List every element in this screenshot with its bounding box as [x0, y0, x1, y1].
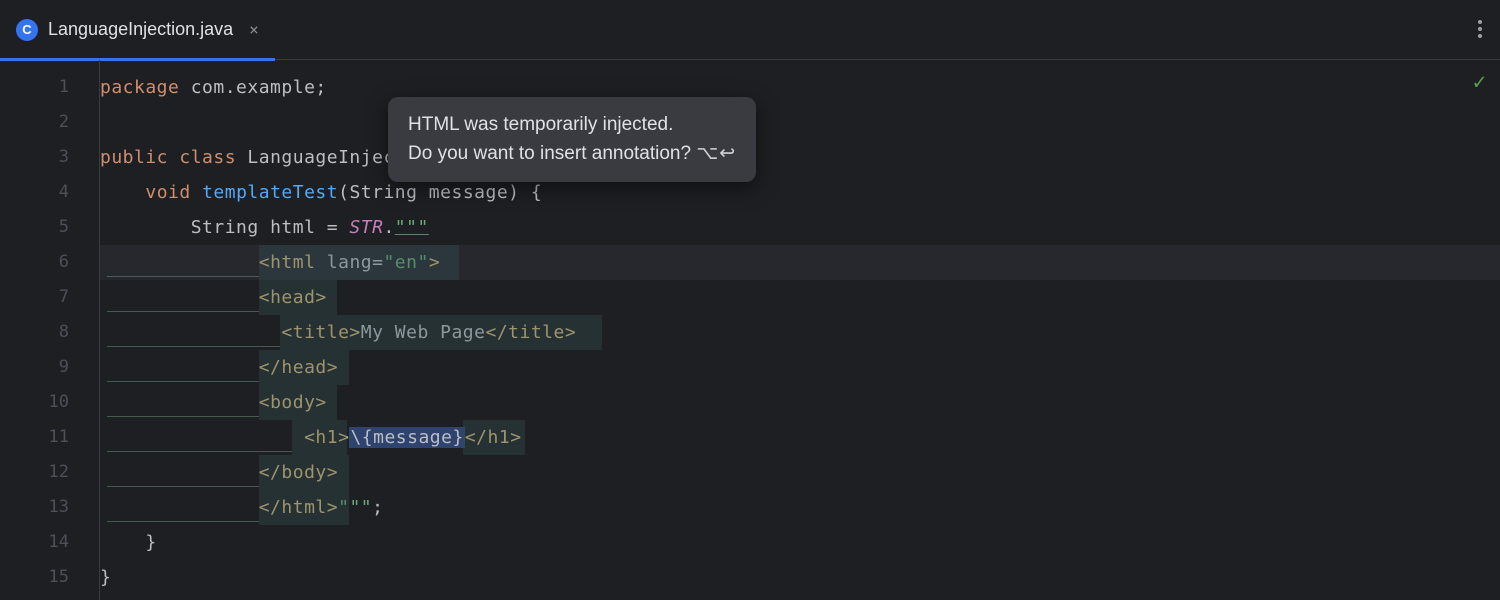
- code-line[interactable]: <h1>\{message}</h1>: [100, 420, 1500, 455]
- code-line[interactable]: </html>""";: [100, 490, 1500, 525]
- code-line[interactable]: <head>: [100, 280, 1500, 315]
- line-number: 13: [0, 490, 99, 525]
- close-tab-icon[interactable]: ×: [249, 20, 259, 39]
- line-number: 4: [0, 175, 99, 210]
- gutter: 1 2 3 4 5 6 7 8 9 10 11 12 13 14 15: [0, 60, 100, 600]
- code-line[interactable]: void templateTest(String message) {: [100, 175, 1500, 210]
- code-line[interactable]: <html lang="en">: [100, 245, 1500, 280]
- code-line[interactable]: <body>: [100, 385, 1500, 420]
- line-number: 6: [0, 245, 99, 280]
- tab-bar: C LanguageInjection.java ×: [0, 0, 1500, 60]
- code-line[interactable]: </body>: [100, 455, 1500, 490]
- code-line[interactable]: String html = STR.""": [100, 210, 1500, 245]
- code-line[interactable]: public class LanguageInjection {: [100, 140, 1500, 175]
- editor-tab[interactable]: C LanguageInjection.java ×: [0, 0, 275, 60]
- line-number: 5: [0, 210, 99, 245]
- line-number: 2: [0, 105, 99, 140]
- line-number: 9: [0, 350, 99, 385]
- code-area[interactable]: ✓ package com.example; public class Lang…: [100, 60, 1500, 600]
- line-number: 12: [0, 455, 99, 490]
- line-number: 11: [0, 420, 99, 455]
- line-number: 3: [0, 140, 99, 175]
- more-menu-icon[interactable]: [1478, 20, 1482, 38]
- injection-tooltip[interactable]: HTML was temporarily injected. Do you wa…: [388, 97, 756, 182]
- code-line[interactable]: package com.example;: [100, 70, 1500, 105]
- shortcut-hint: ⌥↩: [696, 143, 736, 164]
- code-line[interactable]: }: [100, 560, 1500, 595]
- line-number: 14: [0, 525, 99, 560]
- tooltip-line1: HTML was temporarily injected.: [408, 111, 736, 140]
- tab-filename: LanguageInjection.java: [48, 19, 233, 40]
- line-number: 1: [0, 70, 99, 105]
- line-number: 10: [0, 385, 99, 420]
- tooltip-line2: Do you want to insert annotation? ⌥↩: [408, 140, 736, 169]
- code-line[interactable]: [100, 105, 1500, 140]
- code-line[interactable]: </head>: [100, 350, 1500, 385]
- line-number: 8: [0, 315, 99, 350]
- line-number: 15: [0, 560, 99, 595]
- java-class-icon: C: [16, 19, 38, 41]
- code-line[interactable]: }: [100, 525, 1500, 560]
- line-number: 7: [0, 280, 99, 315]
- code-line[interactable]: <title>My Web Page</title>: [100, 315, 1500, 350]
